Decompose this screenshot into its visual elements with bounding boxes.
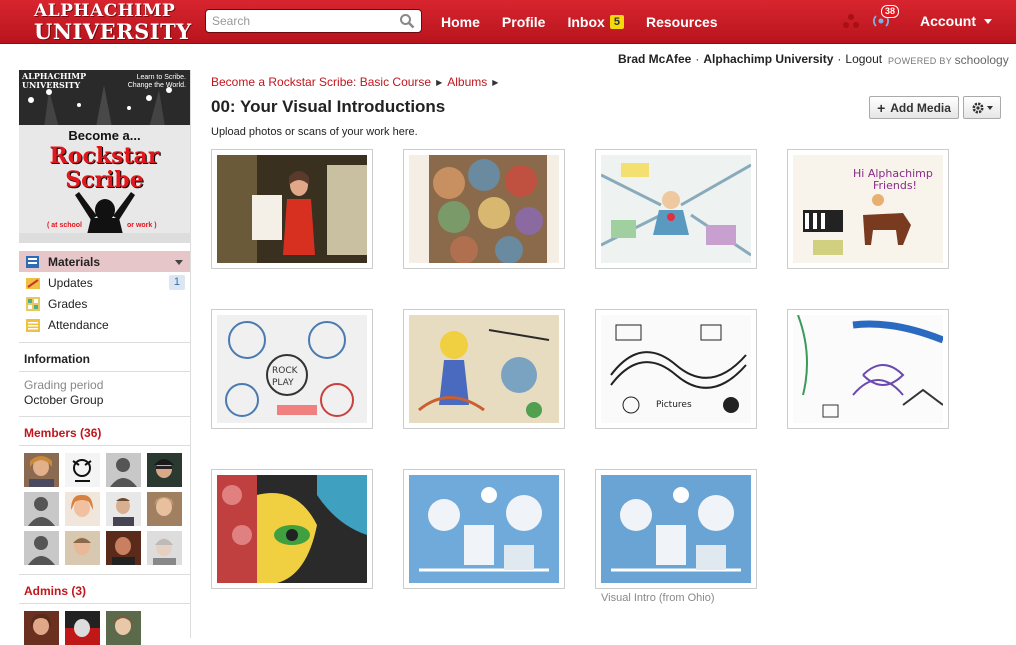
members-heading[interactable]: Members (36) (19, 417, 190, 446)
nav-inbox[interactable]: Inbox 5 (567, 14, 624, 30)
user-bar: Brad McAfee · Alphachimp University · Lo… (618, 52, 883, 66)
chevron-down-icon (984, 18, 992, 24)
gear-icon (972, 102, 984, 113)
breadcrumb-course-link[interactable]: Become a Rockstar Scribe: Basic Course (211, 75, 431, 89)
add-media-button[interactable]: + Add Media (869, 96, 959, 119)
grading-period-label: Grading period (24, 378, 104, 392)
avatar[interactable] (65, 453, 100, 487)
grades-icon (26, 296, 40, 311)
album-photo[interactable] (211, 149, 373, 269)
members-avatars (19, 446, 190, 565)
attendance-icon (26, 318, 40, 332)
materials-icon (26, 255, 39, 268)
grading-period-value: October Group (24, 393, 104, 407)
top-navigation-bar: ALPHACHIMP UNIVERSITY Home Profile Inbox… (0, 0, 1016, 44)
avatar[interactable] (147, 453, 182, 487)
avatar[interactable] (24, 453, 59, 487)
album-photo[interactable] (403, 469, 565, 589)
avatar[interactable] (24, 611, 59, 645)
course-sidebar: ALPHACHIMP UNIVERSITY Learn to Scribe. Cha… (19, 70, 191, 645)
avatar[interactable] (24, 492, 59, 526)
avatar[interactable] (106, 453, 141, 487)
album-photo[interactable]: Pictures (595, 309, 757, 429)
network-icon[interactable] (842, 12, 860, 30)
avatar[interactable] (24, 531, 59, 565)
avatar[interactable] (106, 531, 141, 565)
search-box (205, 9, 422, 33)
updates-count-badge: 1 (168, 275, 185, 290)
sidebar-item-grades[interactable]: Grades (19, 293, 190, 314)
information-heading: Information (19, 343, 190, 372)
course-banner-image: ALPHACHIMP UNIVERSITY Learn to Scribe. Cha… (19, 70, 190, 243)
svg-text:Friends!: Friends! (873, 179, 917, 192)
photo-caption[interactable]: Visual Intro (from Ohio) (601, 592, 715, 604)
updates-icon (26, 277, 40, 289)
account-menu[interactable]: Account (920, 13, 992, 29)
chevron-down-icon (987, 105, 993, 110)
sidebar-item-updates[interactable]: Updates 1 (19, 272, 190, 293)
svg-text:PLAY: PLAY (272, 378, 294, 388)
album-photo[interactable]: ROCK PLAY (211, 309, 373, 429)
user-name-link[interactable]: Brad McAfee (618, 52, 691, 66)
album-photo[interactable]: Hi Alphachimp Friends! (787, 149, 949, 269)
avatar[interactable] (106, 492, 141, 526)
avatar[interactable] (65, 531, 100, 565)
album-photo[interactable] (403, 149, 565, 269)
powered-by: POWERED BY schoology (888, 53, 1009, 67)
sidebar-item-attendance[interactable]: Attendance (19, 314, 190, 335)
notification-count-badge: 38 (881, 5, 900, 18)
search-icon[interactable] (399, 13, 415, 29)
avatar[interactable] (106, 611, 141, 645)
svg-text:Pictures: Pictures (656, 400, 692, 410)
breadcrumb-albums-link[interactable]: Albums (447, 75, 487, 89)
inbox-count-badge: 5 (609, 15, 624, 29)
nav-resources[interactable]: Resources (646, 14, 718, 30)
triangle-right-icon: ▶ (492, 77, 499, 87)
album-photo[interactable] (595, 149, 757, 269)
main-nav: Home Profile Inbox 5 Resources (441, 0, 740, 44)
avatar[interactable] (147, 531, 182, 565)
plus-icon: + (877, 99, 886, 116)
album-photo[interactable] (403, 309, 565, 429)
album-photo[interactable] (787, 309, 949, 429)
page-description: Upload photos or scans of your work here… (211, 126, 418, 138)
school-link[interactable]: Alphachimp University (703, 52, 833, 66)
alphachimp-logo[interactable]: ALPHACHIMP UNIVERSITY (34, 3, 192, 43)
page-title: 00: Your Visual Introductions (211, 97, 446, 116)
avatar[interactable] (65, 492, 100, 526)
album-photo[interactable] (595, 469, 757, 589)
breadcrumb: Become a Rockstar Scribe: Basic Course ▶… (211, 75, 503, 89)
album-photo[interactable] (211, 469, 373, 589)
chevron-down-icon[interactable] (175, 260, 183, 265)
svg-text:ROCK: ROCK (272, 366, 299, 376)
admins-avatars (19, 604, 190, 645)
admins-heading[interactable]: Admins (3) (19, 575, 190, 604)
avatar[interactable] (65, 611, 100, 645)
avatar[interactable] (147, 492, 182, 526)
search-input[interactable] (212, 12, 397, 30)
logout-link[interactable]: Logout (845, 52, 882, 66)
album-options-button[interactable] (963, 96, 1001, 119)
triangle-right-icon: ▶ (436, 77, 443, 87)
sidebar-item-materials[interactable]: Materials (19, 251, 190, 272)
nav-profile[interactable]: Profile (502, 14, 546, 30)
nav-home[interactable]: Home (441, 14, 480, 30)
